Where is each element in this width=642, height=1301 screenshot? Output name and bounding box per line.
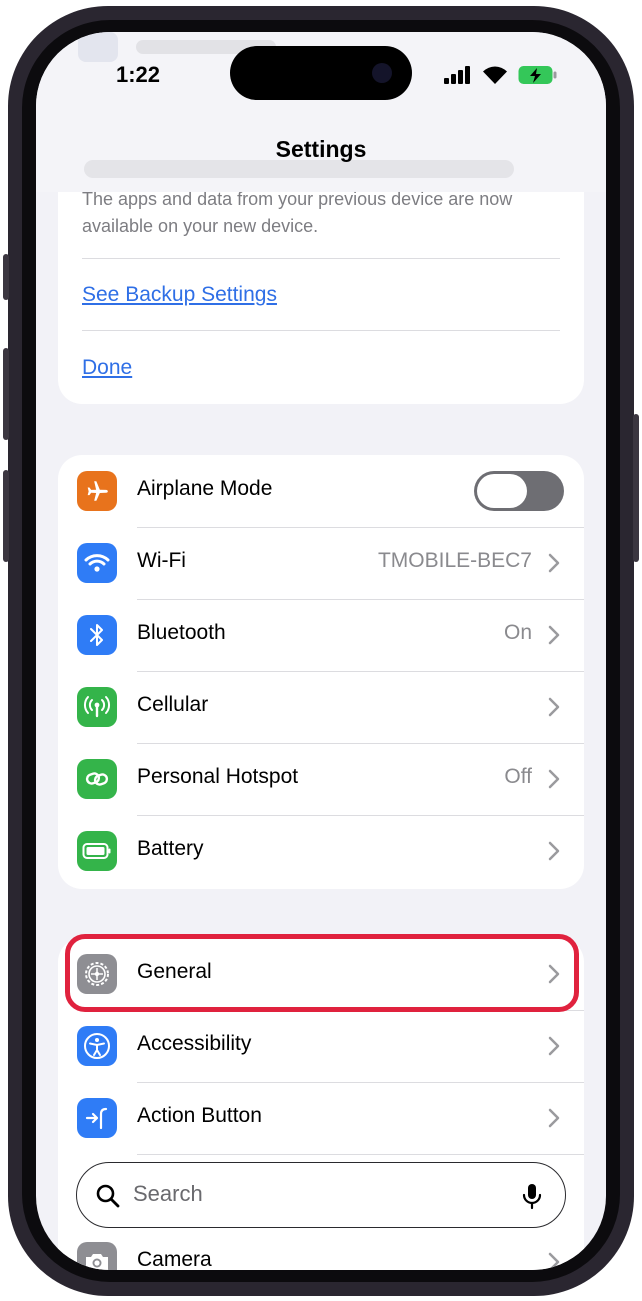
navigation-header: 1:22 Settings: [36, 32, 606, 192]
airplane-icon: [77, 471, 117, 511]
row-label: Wi-Fi: [137, 549, 186, 572]
row-label: Bluetooth: [137, 621, 226, 644]
volume-up-side-button: [3, 348, 9, 440]
wifi-status-icon: [483, 66, 507, 84]
row-label: Accessibility: [137, 1032, 252, 1055]
chevron-right-icon: [548, 1108, 560, 1128]
antenna-icon: [77, 687, 117, 727]
blurred-content: [78, 32, 118, 62]
camera-icon: [77, 1242, 117, 1270]
row-label: Cellular: [137, 693, 209, 716]
row-value: On: [503, 621, 532, 644]
row-value: TMOBILE-BEC7: [377, 549, 532, 572]
divider: [137, 1154, 584, 1155]
airplane-mode-toggle[interactable]: [474, 471, 564, 511]
cellular-signal-icon: [444, 66, 470, 84]
divider: [82, 258, 560, 259]
chevron-right-icon: [548, 625, 560, 645]
general-highlight-outline: [65, 934, 579, 1012]
done-link[interactable]: Done: [82, 356, 132, 380]
status-time: 1:22: [116, 62, 161, 87]
settings-row-airplane-mode: Airplane Mode: [58, 455, 584, 527]
settings-row-camera[interactable]: Camera: [58, 1226, 584, 1270]
chevron-right-icon: [548, 1036, 560, 1056]
search-icon: [96, 1184, 120, 1208]
settings-row-personal-hotspot[interactable]: Personal Hotspot Off: [58, 743, 584, 815]
chevron-right-icon: [548, 1252, 560, 1270]
row-label: Battery: [137, 837, 204, 860]
row-label: Airplane Mode: [137, 477, 273, 500]
settings-row-accessibility[interactable]: Accessibility: [58, 1010, 584, 1082]
chevron-right-icon: [548, 841, 560, 861]
search-field[interactable]: Search: [76, 1162, 566, 1228]
row-label: Camera: [137, 1248, 212, 1270]
row-label: Action Button: [137, 1104, 262, 1127]
toggle-knob: [477, 474, 527, 508]
page-title: Settings: [275, 136, 367, 162]
volume-down-side-button: [3, 470, 9, 562]
battery-icon: [77, 831, 117, 871]
accessibility-icon: [77, 1026, 117, 1066]
settings-row-battery[interactable]: Battery: [58, 815, 584, 887]
front-camera: [372, 63, 392, 83]
chevron-right-icon: [548, 553, 560, 573]
search-placeholder: Search: [133, 1181, 203, 1206]
row-value: Off: [504, 765, 532, 788]
chevron-right-icon: [548, 697, 560, 717]
phone-screen: The apps and data from your previous dev…: [36, 32, 606, 1270]
power-side-button: [633, 414, 639, 562]
settings-row-bluetooth[interactable]: Bluetooth On: [58, 599, 584, 671]
battery-charging-icon: [518, 66, 557, 84]
settings-row-action-button[interactable]: Action Button: [58, 1082, 584, 1154]
see-backup-settings-link[interactable]: See Backup Settings: [82, 283, 277, 307]
connectivity-group: Airplane Mode Wi-Fi TMOBILE-BEC7 Bluetoo…: [58, 455, 584, 889]
divider: [82, 330, 560, 331]
chevron-right-icon: [548, 769, 560, 789]
microphone-icon[interactable]: [521, 1182, 543, 1210]
row-label: Personal Hotspot: [137, 765, 299, 788]
bluetooth-icon: [77, 615, 117, 655]
backup-message: The apps and data from your previous dev…: [82, 189, 513, 236]
action-side-button: [3, 254, 9, 300]
action-button-icon: [77, 1098, 117, 1138]
link-icon: [77, 759, 117, 799]
settings-row-cellular[interactable]: Cellular: [58, 671, 584, 743]
dynamic-island: [230, 46, 412, 100]
settings-row-wifi[interactable]: Wi-Fi TMOBILE-BEC7: [58, 527, 584, 599]
wifi-icon: [77, 543, 117, 583]
